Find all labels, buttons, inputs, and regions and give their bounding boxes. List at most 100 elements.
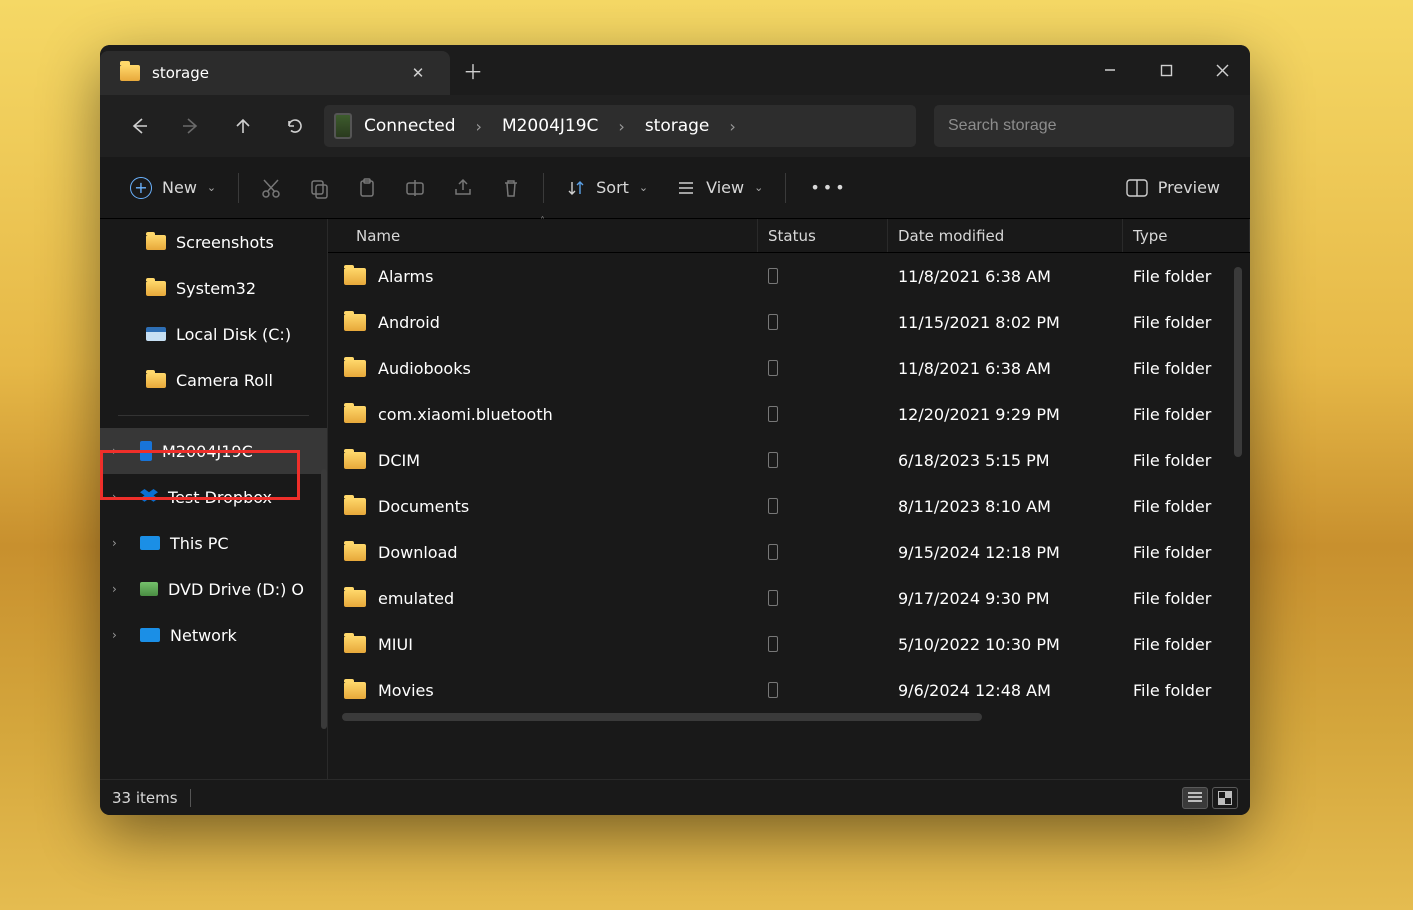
file-name: com.xiaomi.bluetooth <box>378 405 553 424</box>
file-row[interactable]: MIUI5/10/2022 10:30 PMFile folder <box>328 621 1250 667</box>
horizontal-scrollbar[interactable] <box>342 713 982 721</box>
file-row[interactable]: DCIM6/18/2023 5:15 PMFile folder <box>328 437 1250 483</box>
sort-button-label: Sort <box>596 178 629 197</box>
chevron-right-icon[interactable]: › <box>112 628 117 642</box>
chevron-icon[interactable]: › <box>721 117 743 136</box>
file-row[interactable]: Android11/15/2021 8:02 PMFile folder <box>328 299 1250 345</box>
chevron-right-icon[interactable]: › <box>112 536 117 550</box>
back-button[interactable] <box>116 106 162 146</box>
new-button-label: New <box>162 178 197 197</box>
col-status[interactable]: Status <box>758 219 888 252</box>
file-row[interactable]: Download9/15/2024 12:18 PMFile folder <box>328 529 1250 575</box>
file-type: File folder <box>1123 313 1250 332</box>
vertical-scrollbar[interactable] <box>1234 267 1242 457</box>
search-box[interactable] <box>934 105 1234 147</box>
file-row[interactable]: Audiobooks11/8/2021 6:38 AMFile folder <box>328 345 1250 391</box>
col-type[interactable]: Type <box>1123 219 1250 252</box>
phone-icon <box>768 544 778 560</box>
folder-icon <box>120 65 140 81</box>
sidebar-item-local-disk-c[interactable]: Local Disk (C:) <box>100 311 327 357</box>
monitor-icon <box>140 536 160 550</box>
search-input[interactable] <box>948 117 1220 135</box>
new-tab-button[interactable]: ＋ <box>450 45 496 95</box>
chevron-icon[interactable]: › <box>610 117 632 136</box>
file-row[interactable]: emulated9/17/2024 9:30 PMFile folder <box>328 575 1250 621</box>
file-explorer-window: storage ✕ ＋ Connected › M2004J19C › stor… <box>100 45 1250 815</box>
cut-button[interactable] <box>249 168 293 208</box>
sidebar-item-m2004j19c[interactable]: › M2004J19C <box>100 428 327 474</box>
sidebar-item-dvd-drive[interactable]: › DVD Drive (D:) O <box>100 566 327 612</box>
thumbnails-view-button[interactable] <box>1212 787 1238 809</box>
minimize-button[interactable] <box>1082 45 1138 95</box>
folder-icon <box>344 360 366 377</box>
share-button[interactable] <box>441 168 485 208</box>
forward-button[interactable] <box>168 106 214 146</box>
chevron-down-icon: ⌄ <box>639 181 648 194</box>
file-name: Alarms <box>378 267 433 286</box>
phone-icon <box>768 498 778 514</box>
copy-button[interactable] <box>297 168 341 208</box>
new-button[interactable]: + New ⌄ <box>118 168 228 208</box>
phone-icon <box>768 452 778 468</box>
more-button[interactable]: ••• <box>796 168 861 208</box>
file-row[interactable]: Alarms11/8/2021 6:38 AMFile folder <box>328 253 1250 299</box>
chevron-right-icon[interactable]: › <box>112 444 117 458</box>
sidebar-item-label: DVD Drive (D:) O <box>168 580 304 599</box>
chevron-right-icon[interactable]: › <box>112 582 117 596</box>
network-icon <box>140 628 160 642</box>
sidebar-item-network[interactable]: ›Network <box>100 612 327 658</box>
sidebar-item-label: This PC <box>170 534 229 553</box>
delete-button[interactable] <box>489 168 533 208</box>
folder-icon <box>344 498 366 515</box>
chevron-right-icon[interactable]: › <box>112 490 117 504</box>
sidebar-item-screenshots[interactable]: Screenshots <box>100 219 327 265</box>
view-button[interactable]: View ⌄ <box>664 168 775 208</box>
sidebar-item-label: Local Disk (C:) <box>176 325 291 344</box>
file-name: Download <box>378 543 458 562</box>
file-date: 12/20/2021 9:29 PM <box>888 405 1123 424</box>
sidebar-item-system32[interactable]: System32 <box>100 265 327 311</box>
folder-icon <box>344 314 366 331</box>
details-view-button[interactable] <box>1182 787 1208 809</box>
sort-button[interactable]: Sort ⌄ <box>554 168 660 208</box>
tab-storage[interactable]: storage ✕ <box>100 51 450 95</box>
sidebar-item-label: Screenshots <box>176 233 274 252</box>
up-button[interactable] <box>220 106 266 146</box>
file-date: 8/11/2023 8:10 AM <box>888 497 1123 516</box>
sidebar-item-label: M2004J19C <box>162 442 253 461</box>
file-type: File folder <box>1123 497 1250 516</box>
sidebar-scrollbar[interactable] <box>321 469 327 729</box>
file-date: 11/15/2021 8:02 PM <box>888 313 1123 332</box>
file-row[interactable]: Movies9/6/2024 12:48 AMFile folder <box>328 667 1250 713</box>
crumb-device[interactable]: M2004J19C <box>496 116 604 136</box>
sidebar-item-this-pc[interactable]: › This PC <box>100 520 327 566</box>
folder-icon <box>344 268 366 285</box>
col-date[interactable]: Date modified <box>888 219 1123 252</box>
preview-button[interactable]: Preview <box>1114 168 1232 208</box>
refresh-button[interactable] <box>272 106 318 146</box>
col-date-label: Date modified <box>898 227 1004 245</box>
paste-button[interactable] <box>345 168 389 208</box>
crumb-storage[interactable]: storage <box>639 116 716 136</box>
rename-button[interactable] <box>393 168 437 208</box>
view-button-label: View <box>706 178 744 197</box>
divider <box>118 415 309 416</box>
folder-icon <box>146 235 166 250</box>
chevron-icon[interactable]: › <box>468 117 490 136</box>
sidebar-item-camera-roll[interactable]: Camera Roll <box>100 357 327 403</box>
folder-icon <box>344 636 366 653</box>
maximize-button[interactable] <box>1138 45 1194 95</box>
grid-icon <box>1218 791 1232 805</box>
crumb-connected[interactable]: Connected <box>358 116 462 136</box>
file-row[interactable]: com.xiaomi.bluetooth12/20/2021 9:29 PMFi… <box>328 391 1250 437</box>
close-window-button[interactable] <box>1194 45 1250 95</box>
file-type: File folder <box>1123 589 1250 608</box>
phone-icon <box>768 590 778 606</box>
sidebar-item-dropbox[interactable]: ›Test Dropbox <box>100 474 327 520</box>
file-name: MIUI <box>378 635 413 654</box>
file-row[interactable]: Documents8/11/2023 8:10 AMFile folder <box>328 483 1250 529</box>
close-tab-button[interactable]: ✕ <box>404 64 432 82</box>
plus-circle-icon: + <box>130 177 152 199</box>
col-name[interactable]: ˄Name <box>328 219 758 252</box>
address-bar[interactable]: Connected › M2004J19C › storage › <box>324 105 916 147</box>
